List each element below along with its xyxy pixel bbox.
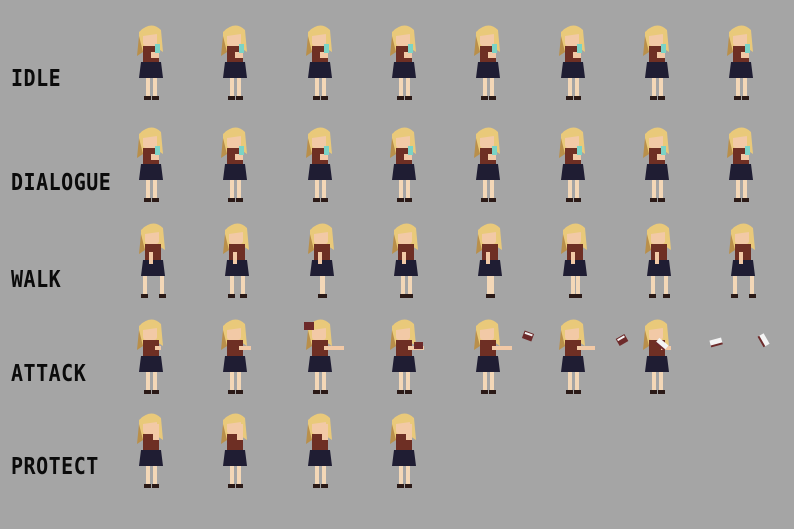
sprite-frame-walk-7 — [633, 220, 681, 302]
sprite-frame-idle-4 — [380, 22, 428, 104]
sprite-frame-idle-3 — [296, 22, 344, 104]
sprite-frame-attack-2 — [211, 316, 259, 398]
sprite-frame-dialogue-1 — [127, 124, 175, 206]
sprite-sheet: IDLE DIALOGUE WALK ATTACK PROTECT — [0, 0, 794, 529]
sprite-frame-protect-4 — [380, 410, 428, 492]
flying-book-frame-3 — [654, 336, 670, 352]
sprite-frame-attack-6 — [549, 316, 597, 398]
sprite-frame-walk-2 — [211, 220, 259, 302]
sprite-frame-walk-6 — [549, 220, 597, 302]
sprite-frame-dialogue-2 — [211, 124, 259, 206]
flying-book-frame-1 — [520, 328, 536, 344]
sprite-frame-attack-7 — [633, 316, 681, 398]
sprite-frame-walk-3 — [296, 220, 344, 302]
row-label-idle: IDLE — [11, 64, 62, 92]
sprite-frame-protect-1 — [127, 410, 175, 492]
row-label-attack: ATTACK — [11, 359, 87, 387]
sprite-frame-protect-3 — [296, 410, 344, 492]
sprite-frame-dialogue-5 — [464, 124, 512, 206]
flying-book-frame-5 — [756, 332, 772, 348]
sprite-frame-walk-4 — [380, 220, 428, 302]
sprite-frame-idle-8 — [717, 22, 765, 104]
sprite-frame-dialogue-3 — [296, 124, 344, 206]
sprite-frame-idle-1 — [127, 22, 175, 104]
sprite-frame-idle-2 — [211, 22, 259, 104]
sprite-frame-idle-7 — [633, 22, 681, 104]
sprite-frame-attack-5 — [464, 316, 512, 398]
row-label-dialogue: DIALOGUE — [11, 168, 112, 196]
sprite-frame-idle-5 — [464, 22, 512, 104]
sprite-frame-dialogue-4 — [380, 124, 428, 206]
flying-book-frame-2 — [614, 332, 630, 348]
sprite-frame-walk-8 — [717, 220, 765, 302]
sprite-frame-dialogue-8 — [717, 124, 765, 206]
sprite-frame-idle-6 — [549, 22, 597, 104]
row-label-protect: PROTECT — [11, 452, 99, 480]
row-label-walk: WALK — [11, 265, 62, 293]
sprite-frame-walk-5 — [464, 220, 512, 302]
sprite-frame-attack-1 — [127, 316, 175, 398]
sprite-frame-attack-3 — [296, 316, 344, 398]
sprite-frame-walk-1 — [127, 220, 175, 302]
flying-book-frame-4 — [708, 334, 724, 350]
sprite-frame-dialogue-7 — [633, 124, 681, 206]
sprite-frame-attack-4 — [380, 316, 428, 398]
sprite-frame-dialogue-6 — [549, 124, 597, 206]
sprite-frame-protect-2 — [211, 410, 259, 492]
